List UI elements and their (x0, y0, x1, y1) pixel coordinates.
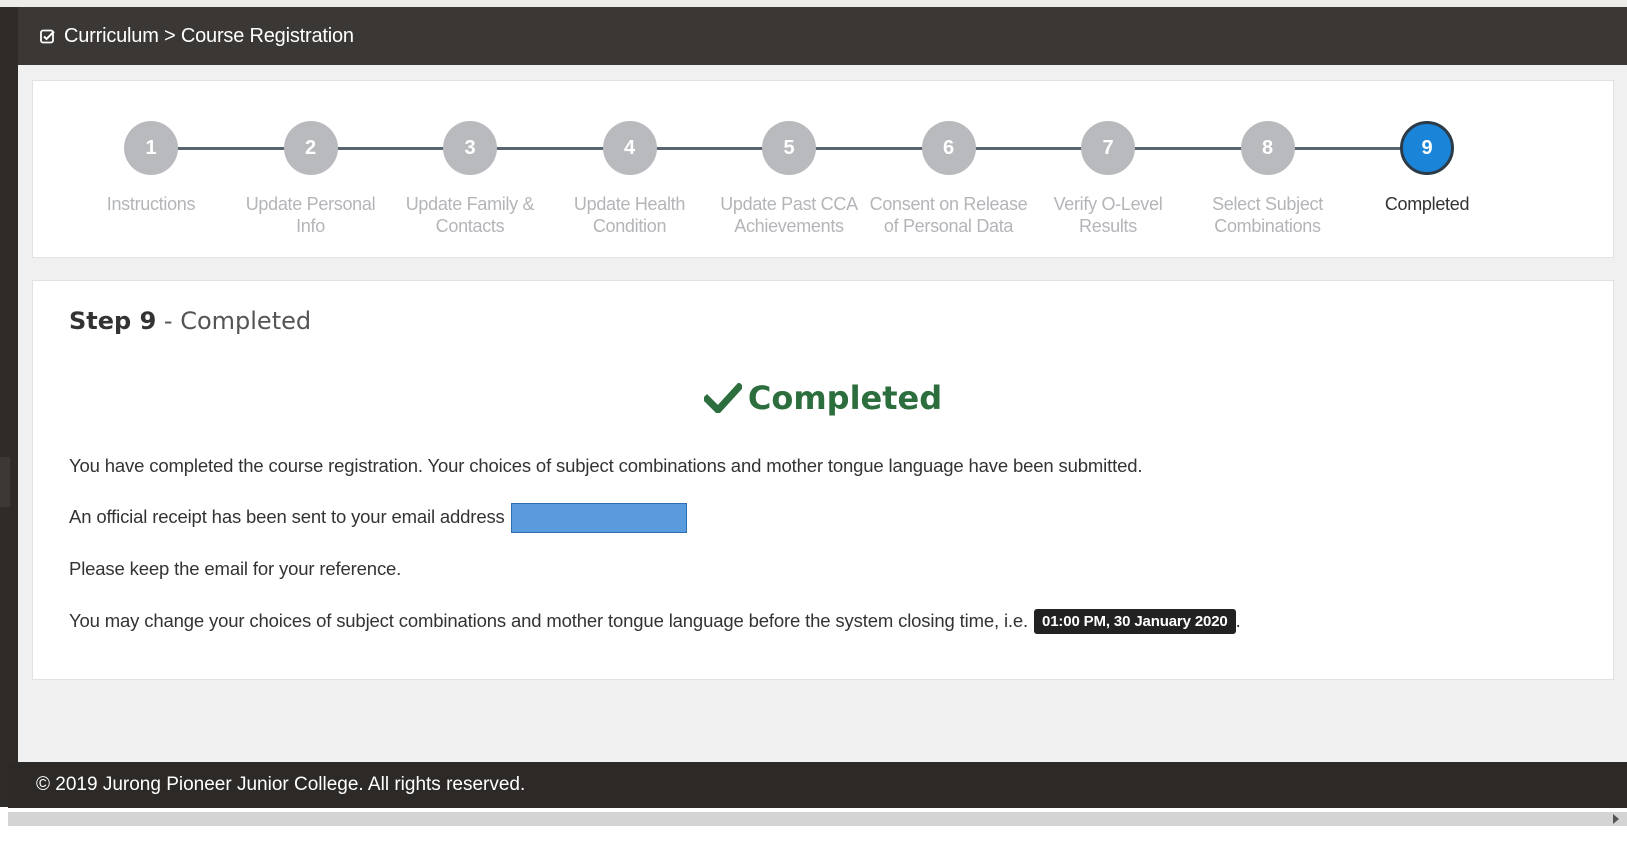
step-label: Instructions (106, 194, 196, 214)
step-number: Step 9 (69, 307, 157, 335)
step-5: 5 Update Past CCA Achievements (709, 121, 869, 237)
change-text: You may change your choices of subject c… (69, 610, 1029, 631)
title-separator: - (156, 307, 181, 335)
step-circle: 7 (1081, 121, 1135, 175)
page-footer: © 2019 Jurong Pioneer Junior College. Al… (8, 762, 1627, 808)
step-2: 2 Update Personal Info (231, 121, 391, 237)
step-circle: 9 (1400, 121, 1454, 175)
step-label: Update Past CCA Achievements (720, 194, 858, 236)
closing-time-badge: 01:00 PM, 30 January 2020 (1034, 609, 1236, 634)
change-text-end: . (1235, 610, 1241, 631)
step-circle: 8 (1240, 121, 1295, 175)
step-label: Update Family & Contacts (405, 194, 535, 236)
step-circle: 3 (443, 121, 497, 175)
receipt-message: An official receipt has been sent to you… (69, 503, 687, 533)
step-circle: 6 (921, 121, 976, 175)
copyright-text: © 2019 Jurong Pioneer Junior College. Al… (36, 774, 526, 795)
page-title: Step 9 - Completed (69, 307, 311, 335)
main-area: 1 Instructions 2 Update Personal Info 3 Updat… (18, 65, 1627, 762)
progress-stepper: 1 Instructions 2 Update Personal Info 3 Updat… (33, 81, 1613, 257)
step-circle: 5 (762, 121, 816, 175)
step-circle: 2 (283, 121, 338, 175)
completed-text: Completed (747, 379, 943, 417)
step-9: 9 Completed (1347, 121, 1507, 215)
checkmark-icon (701, 382, 744, 416)
step-label: Select Subject Combinations (1212, 194, 1323, 236)
step-4: 4 Update Health Condition (550, 121, 710, 237)
left-edge-handle (0, 457, 10, 507)
completed-heading: Completed (33, 379, 1613, 417)
stepper-panel: 1 Instructions 2 Update Personal Info 3 Updat… (32, 80, 1614, 258)
checkbox-icon (40, 29, 55, 44)
step-label: Update Personal Info (245, 194, 376, 236)
top-strip (0, 0, 1627, 7)
page-header: Curriculum > Course Registration (18, 7, 1627, 65)
step-1: 1 Instructions (71, 121, 231, 215)
email-address-redacted (510, 503, 687, 533)
step-circle: 4 (602, 121, 657, 175)
step-circle: 1 (124, 121, 178, 175)
step-label: Completed (1384, 194, 1470, 214)
step-label: Consent on Release of Personal Data (869, 194, 1028, 236)
step-6: 6 Consent on Release of Personal Data (869, 121, 1029, 237)
scrollbar-track[interactable] (8, 812, 1627, 826)
completion-panel: Step 9 - Completed Completed You have co… (32, 280, 1614, 680)
left-edge (0, 7, 18, 807)
horizontal-scrollbar[interactable] (8, 808, 1627, 855)
receipt-text: An official receipt has been sent to you… (69, 505, 505, 527)
reference-message: Please keep the email for your reference… (69, 558, 402, 579)
step-label: Update Health Condition (573, 194, 686, 236)
step-label: Verify O-Level Results (1053, 194, 1163, 236)
step-8: 8 Select Subject Combinations (1188, 121, 1348, 237)
step-3: 3 Update Family & Contacts (390, 121, 550, 237)
scroll-right-arrow-icon[interactable] (1613, 814, 1619, 824)
step-7: 7 Verify O-Level Results (1028, 121, 1188, 237)
change-message: You may change your choices of subject c… (69, 609, 1241, 634)
completion-message: You have completed the course registrati… (69, 455, 1143, 476)
step-name: Completed (180, 307, 312, 335)
breadcrumb: Curriculum > Course Registration (64, 24, 354, 47)
